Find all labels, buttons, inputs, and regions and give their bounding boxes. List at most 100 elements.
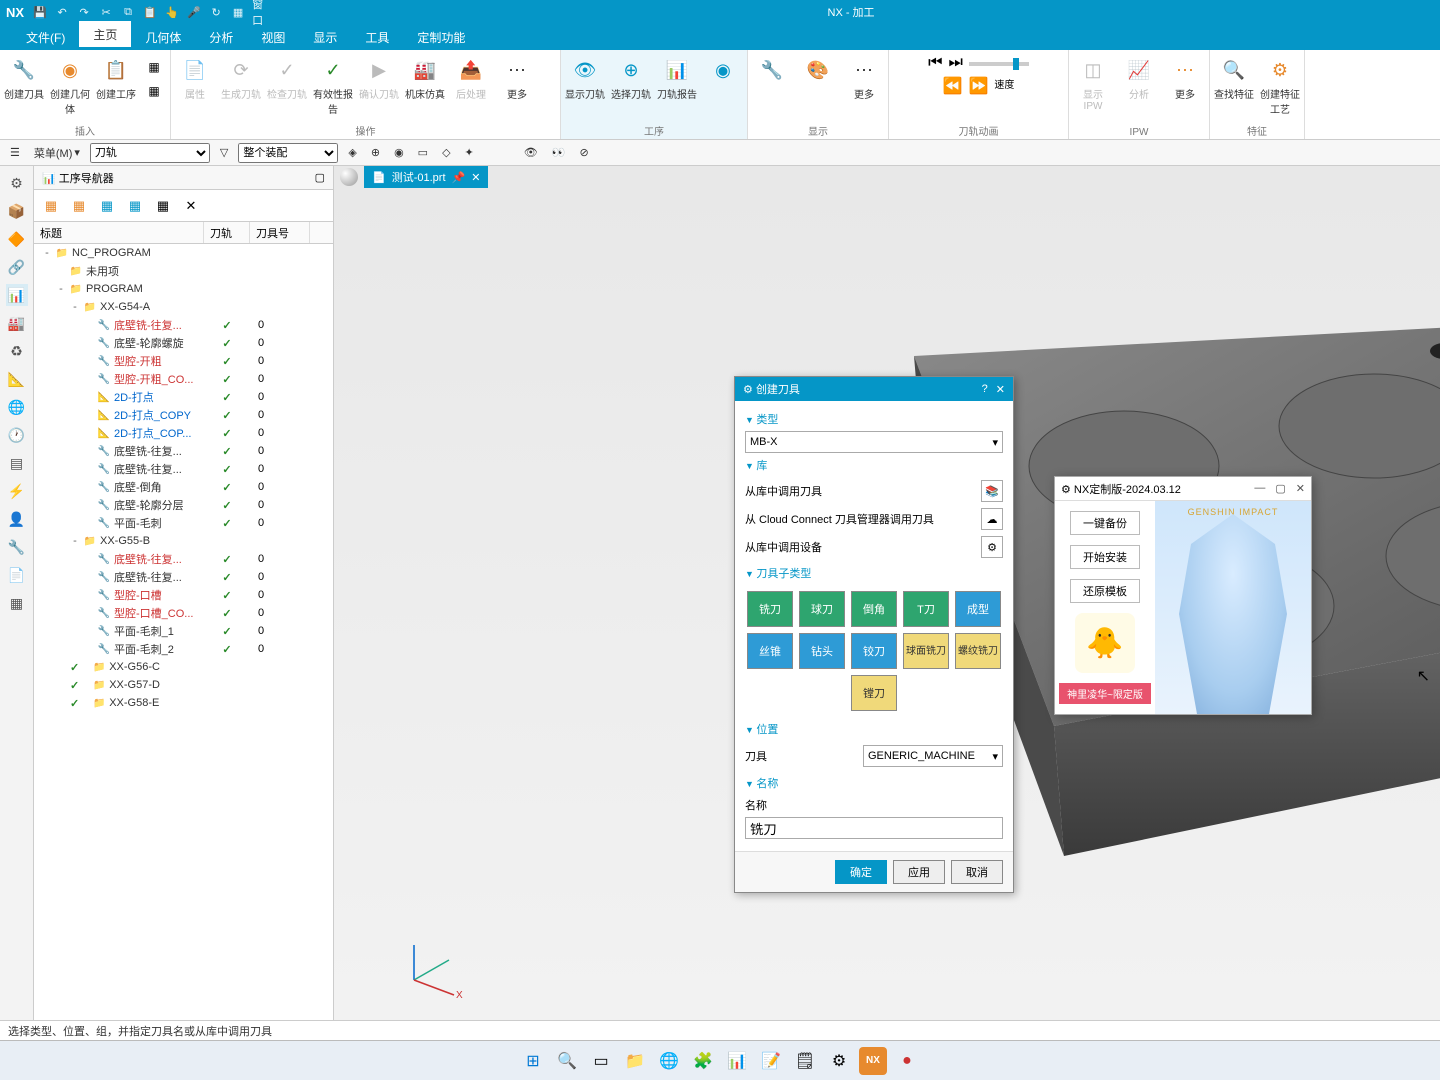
sel-icon-1[interactable]: ◈ xyxy=(344,144,360,161)
sel-icon-3[interactable]: ◉ xyxy=(390,144,408,161)
help-icon[interactable]: ? xyxy=(982,383,988,396)
filter-icon[interactable]: ▽ xyxy=(216,144,232,161)
tree-row[interactable]: -📁XX-G54-A xyxy=(34,298,333,316)
machine-sim-button[interactable]: 🏭机床仿真 xyxy=(403,54,447,103)
redo-icon[interactable]: ↷ xyxy=(76,4,92,20)
process-icon[interactable]: ⚡ xyxy=(6,480,28,502)
graphics-area[interactable]: 📄 测试-01.prt 📌 ✕ xyxy=(334,166,1440,1020)
tree-row[interactable]: 📐2D-打点_COP...✓0 xyxy=(34,424,333,442)
create-operation-button[interactable]: 📋创建工序 xyxy=(94,54,138,103)
copy-icon[interactable]: ⧉ xyxy=(120,4,136,20)
notes-icon[interactable]: 📝 xyxy=(757,1047,785,1075)
subtype-button[interactable]: 铣刀 xyxy=(747,591,793,627)
menu-dropdown[interactable]: 菜单(M) ▾ xyxy=(30,143,84,163)
restore-button[interactable]: 还原模板 xyxy=(1070,579,1140,603)
mic-icon[interactable]: 🎤 xyxy=(186,4,202,20)
tree-row[interactable]: 🔧平面-毛刺✓0 xyxy=(34,514,333,532)
taskview-icon[interactable]: ▭ xyxy=(587,1047,615,1075)
create-feature-button[interactable]: ⚙创建特征工艺 xyxy=(1258,54,1302,118)
tab-geometry[interactable]: 几何体 xyxy=(131,24,195,50)
tree-row[interactable]: 🔧底壁-轮廓螺旋✓0 xyxy=(34,334,333,352)
ipw-more-button[interactable]: ⋯更多 xyxy=(1163,54,1207,103)
touch-icon[interactable]: 👆 xyxy=(164,4,180,20)
lib-btn-2[interactable]: ☁ xyxy=(981,508,1003,530)
section-position[interactable]: 位置 xyxy=(745,717,1003,741)
ok-button[interactable]: 确定 xyxy=(835,860,887,884)
create-tool-button[interactable]: 🔧创建刀具 xyxy=(2,54,46,103)
small-btn-2[interactable]: ▦ xyxy=(142,80,166,102)
tab-home[interactable]: 主页 xyxy=(79,21,131,50)
app1-icon[interactable]: 🧩 xyxy=(689,1047,717,1075)
subtype-button[interactable]: 丝锥 xyxy=(747,633,793,669)
sel-icon-5[interactable]: ◇ xyxy=(438,144,454,161)
tree-row[interactable]: 🔧平面-毛刺_2✓0 xyxy=(34,640,333,658)
tree-row[interactable]: ✓📁XX-G57-D xyxy=(34,676,333,694)
hamburger-icon[interactable]: ☰ xyxy=(6,144,24,161)
tab-tools[interactable]: 工具 xyxy=(351,24,403,50)
browser-icon[interactable]: 🌐 xyxy=(6,396,28,418)
tree-row[interactable]: 🔧型腔-开粗✓0 xyxy=(34,352,333,370)
nav-tb-5[interactable]: ▦ xyxy=(150,193,176,219)
section-name[interactable]: 名称 xyxy=(745,771,1003,795)
popup-titlebar[interactable]: ⚙ NX定制版-2024.03.12 — ▢ ✕ xyxy=(1055,477,1311,501)
tree-row[interactable]: ✓📁XX-G58-E xyxy=(34,694,333,712)
display-tool-button[interactable]: 🔧 xyxy=(750,54,794,88)
nav-tb-1[interactable]: ▦ xyxy=(38,193,64,219)
col-title[interactable]: 标题 xyxy=(34,222,204,243)
tab-close-icon[interactable]: ✕ xyxy=(471,171,480,184)
refresh-icon[interactable]: ↻ xyxy=(208,4,224,20)
search-icon[interactable]: 🔍 xyxy=(553,1047,581,1075)
sheet-icon[interactable]: 📄 xyxy=(6,564,28,586)
start-icon[interactable]: ⊞ xyxy=(519,1047,547,1075)
tree-row[interactable]: -📁NC_PROGRAM xyxy=(34,244,333,262)
subtype-button[interactable]: 铰刀 xyxy=(851,633,897,669)
step-next-icon[interactable]: ⏩ xyxy=(969,76,989,96)
tree-row[interactable]: 📐2D-打点✓0 xyxy=(34,388,333,406)
col-path[interactable]: 刀轨 xyxy=(204,222,250,243)
paste-icon[interactable]: 📋 xyxy=(142,4,158,20)
tab-custom[interactable]: 定制功能 xyxy=(403,24,479,50)
settings-tb-icon[interactable]: ⚙ xyxy=(825,1047,853,1075)
reuse-icon[interactable]: ♻ xyxy=(6,340,28,362)
sticky-icon[interactable]: 🗒 xyxy=(791,1047,819,1075)
cut-icon[interactable]: ✂ xyxy=(98,4,114,20)
tool-icon[interactable]: 🔧 xyxy=(6,536,28,558)
subtype-button[interactable]: T刀 xyxy=(903,591,949,627)
apply-button[interactable]: 应用 xyxy=(893,860,945,884)
dialog-titlebar[interactable]: ⚙ 创建刀具 ? ✕ xyxy=(735,377,1013,401)
tree-row[interactable]: 🔧型腔-口槽✓0 xyxy=(34,586,333,604)
filter-assembly-select[interactable]: 整个装配 xyxy=(238,143,338,163)
tree-row[interactable]: -📁PROGRAM xyxy=(34,280,333,298)
layer-icon[interactable]: ▤ xyxy=(6,452,28,474)
part-nav-icon[interactable]: 📦 xyxy=(6,200,28,222)
window-menu[interactable]: 窗口 xyxy=(252,4,268,20)
display-color-button[interactable]: 🎨 xyxy=(796,54,840,88)
nx-taskbar-icon[interactable]: NX xyxy=(859,1047,887,1075)
document-tab[interactable]: 📄 测试-01.prt 📌 ✕ xyxy=(364,166,488,188)
tab-pin-icon[interactable]: 📌 xyxy=(452,171,466,184)
vis-icon-1[interactable]: 👁 xyxy=(520,144,542,161)
subtype-button[interactable]: 螺纹铣刀 xyxy=(955,633,1001,669)
more-ops-button[interactable]: ⋯更多 xyxy=(495,54,539,103)
tree-row[interactable]: 🔧底壁铣-往复...✓0 xyxy=(34,460,333,478)
section-subtype[interactable]: 刀具子类型 xyxy=(745,561,1003,585)
play-next-icon[interactable]: ⏭ xyxy=(949,54,963,72)
machine-nav-icon[interactable]: 🏭 xyxy=(6,312,28,334)
lib-btn-3[interactable]: ⚙ xyxy=(981,536,1003,558)
lib-btn-1[interactable]: 📚 xyxy=(981,480,1003,502)
nav-tb-3[interactable]: ▦ xyxy=(94,193,120,219)
nav-tb-6[interactable]: ✕ xyxy=(178,193,204,219)
tool-name-input[interactable] xyxy=(745,817,1003,839)
subtype-button[interactable]: 倒角 xyxy=(851,591,897,627)
assembly-nav-icon[interactable]: 🔶 xyxy=(6,228,28,250)
tree-row[interactable]: 🔧底壁-倒角✓0 xyxy=(34,478,333,496)
show-toolpath-button[interactable]: 👁显示刀轨 xyxy=(563,54,607,103)
dialog-close-icon[interactable]: ✕ xyxy=(996,383,1005,396)
role-icon[interactable]: 👤 xyxy=(6,508,28,530)
tree-row[interactable]: 🔧底壁铣-往复...✓0 xyxy=(34,568,333,586)
type-combo[interactable]: MB-X▾ xyxy=(745,431,1003,453)
vis-icon-2[interactable]: 👀 xyxy=(548,144,570,161)
subtype-button[interactable]: 钻头 xyxy=(799,633,845,669)
op-nav-icon[interactable]: 📊 xyxy=(6,284,28,306)
find-feature-button[interactable]: 🔍查找特征 xyxy=(1212,54,1256,103)
